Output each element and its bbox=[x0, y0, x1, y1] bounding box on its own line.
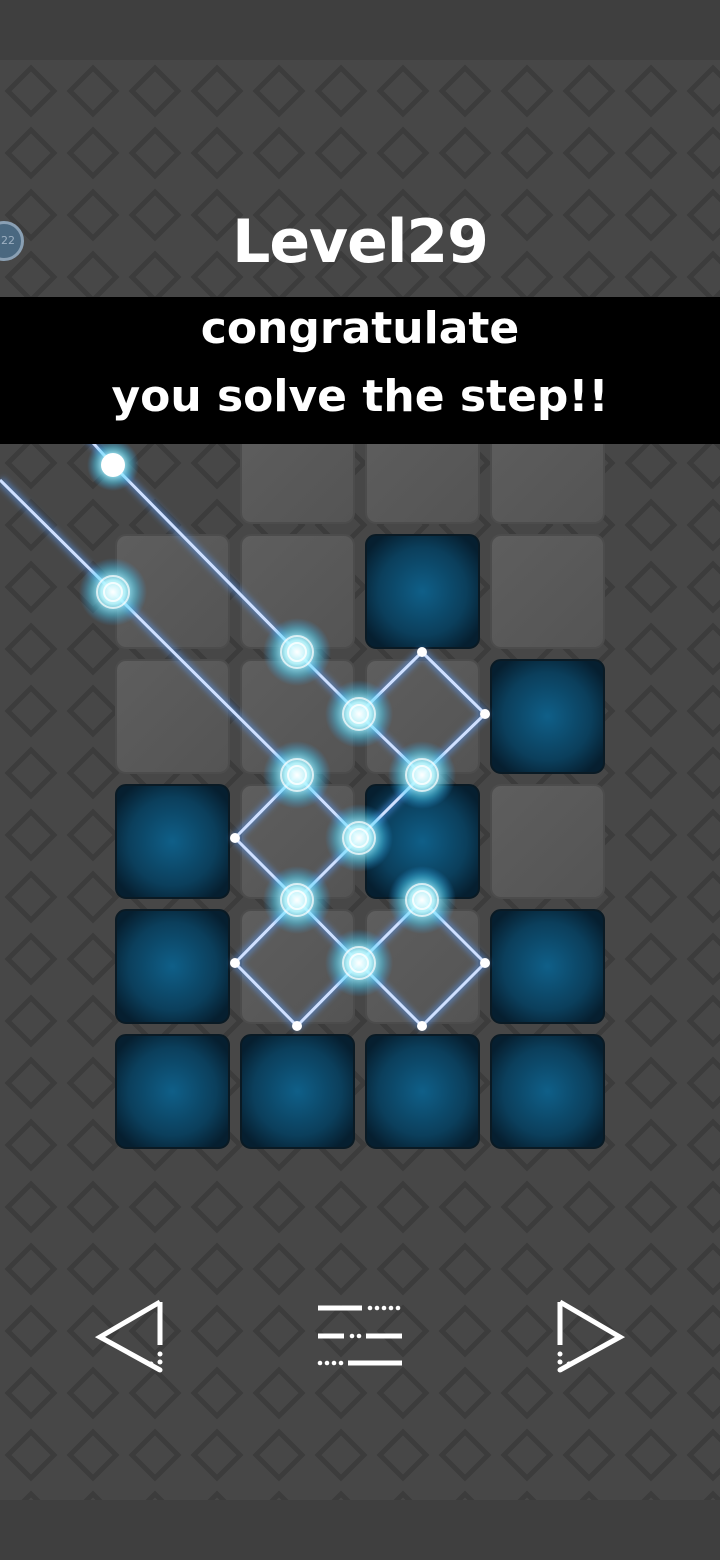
navigation-bar bbox=[0, 1500, 720, 1560]
reflection-spark bbox=[480, 709, 490, 719]
mirror-tile[interactable] bbox=[490, 909, 605, 1024]
level-menu-button[interactable] bbox=[310, 1290, 410, 1390]
reflection-spark bbox=[480, 958, 490, 968]
light-node-glow bbox=[388, 866, 456, 934]
reflection-spark bbox=[417, 647, 427, 657]
light-node-glow bbox=[263, 741, 331, 809]
light-node-glow bbox=[263, 866, 331, 934]
mirror-tile[interactable] bbox=[115, 909, 230, 1024]
light-node-glow bbox=[325, 804, 393, 872]
mirror-tile[interactable] bbox=[490, 1034, 605, 1149]
congratulation-banner: congratulate you solve the step!! bbox=[0, 297, 720, 444]
reflection-spark bbox=[417, 1021, 427, 1031]
laser-source[interactable] bbox=[101, 453, 125, 477]
light-node-glow bbox=[325, 680, 393, 748]
mirror-tile[interactable] bbox=[240, 1034, 355, 1149]
mirror-tile[interactable] bbox=[365, 534, 480, 649]
mirror-tile[interactable] bbox=[490, 659, 605, 774]
light-node-glow bbox=[79, 558, 147, 626]
previous-level-button[interactable] bbox=[85, 1290, 185, 1390]
empty-tile[interactable] bbox=[490, 784, 605, 899]
reflection-spark bbox=[230, 958, 240, 968]
light-node-glow bbox=[263, 618, 331, 686]
reflection-spark bbox=[292, 1021, 302, 1031]
mirror-tile[interactable] bbox=[115, 784, 230, 899]
light-node-glow bbox=[325, 929, 393, 997]
game-screen: 22 Level29 congratulate you solve the st… bbox=[0, 0, 720, 1560]
empty-tile[interactable] bbox=[115, 659, 230, 774]
reflection-spark bbox=[230, 833, 240, 843]
banner-line-solved: you solve the step!! bbox=[111, 371, 609, 422]
banner-line-congratulate: congratulate bbox=[200, 303, 520, 354]
empty-tile[interactable] bbox=[490, 534, 605, 649]
mirror-tile[interactable] bbox=[365, 1034, 480, 1149]
menu-lines-icon bbox=[317, 1305, 402, 1366]
light-node-glow bbox=[388, 741, 456, 809]
triangle-left-icon bbox=[94, 1299, 163, 1373]
next-level-button[interactable] bbox=[540, 1290, 640, 1390]
triangle-right-icon bbox=[557, 1299, 626, 1373]
mirror-tile[interactable] bbox=[115, 1034, 230, 1149]
